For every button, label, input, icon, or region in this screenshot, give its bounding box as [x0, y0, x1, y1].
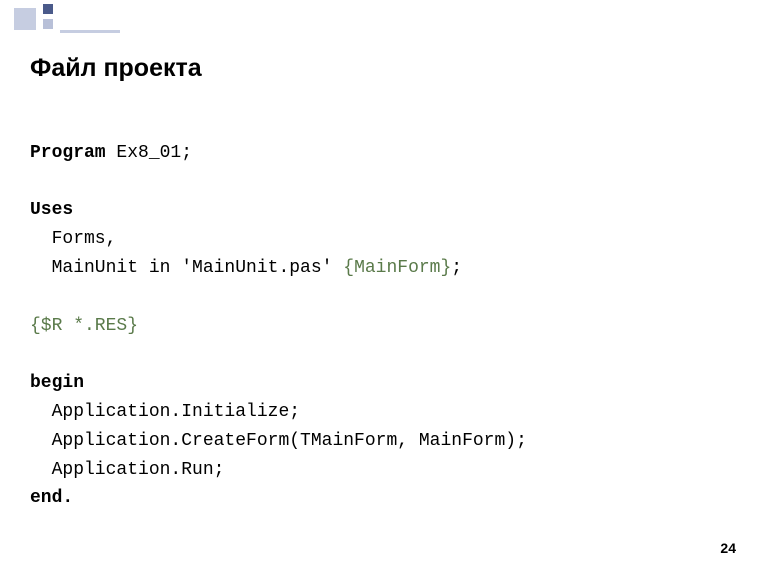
- keyword-uses: Uses: [30, 200, 73, 220]
- app-initialize: Application.Initialize;: [30, 402, 300, 422]
- program-name: Ex8_01;: [106, 143, 192, 163]
- uses-mainunit-prefix: MainUnit in 'MainUnit.pas': [30, 258, 343, 278]
- compiler-directive: {$R *.RES}: [30, 316, 138, 336]
- deco-big-square: [14, 8, 36, 30]
- page-number: 24: [720, 540, 736, 556]
- code-block: Program Ex8_01; Uses Forms, MainUnit in …: [30, 110, 527, 513]
- slide-decoration: [0, 0, 90, 40]
- mainunit-suffix: ;: [451, 258, 462, 278]
- mainform-comment: {MainForm}: [343, 258, 451, 278]
- keyword-end: end.: [30, 488, 73, 508]
- keyword-program: Program: [30, 143, 106, 163]
- slide-title: Файл проекта: [30, 54, 202, 83]
- app-run: Application.Run;: [30, 460, 224, 480]
- keyword-begin: begin: [30, 373, 84, 393]
- app-createform: Application.CreateForm(TMainForm, MainFo…: [30, 431, 527, 451]
- deco-small-square-dark: [43, 4, 53, 14]
- deco-small-square-light: [43, 19, 53, 29]
- deco-line: [60, 30, 120, 33]
- uses-forms: Forms,: [30, 229, 116, 249]
